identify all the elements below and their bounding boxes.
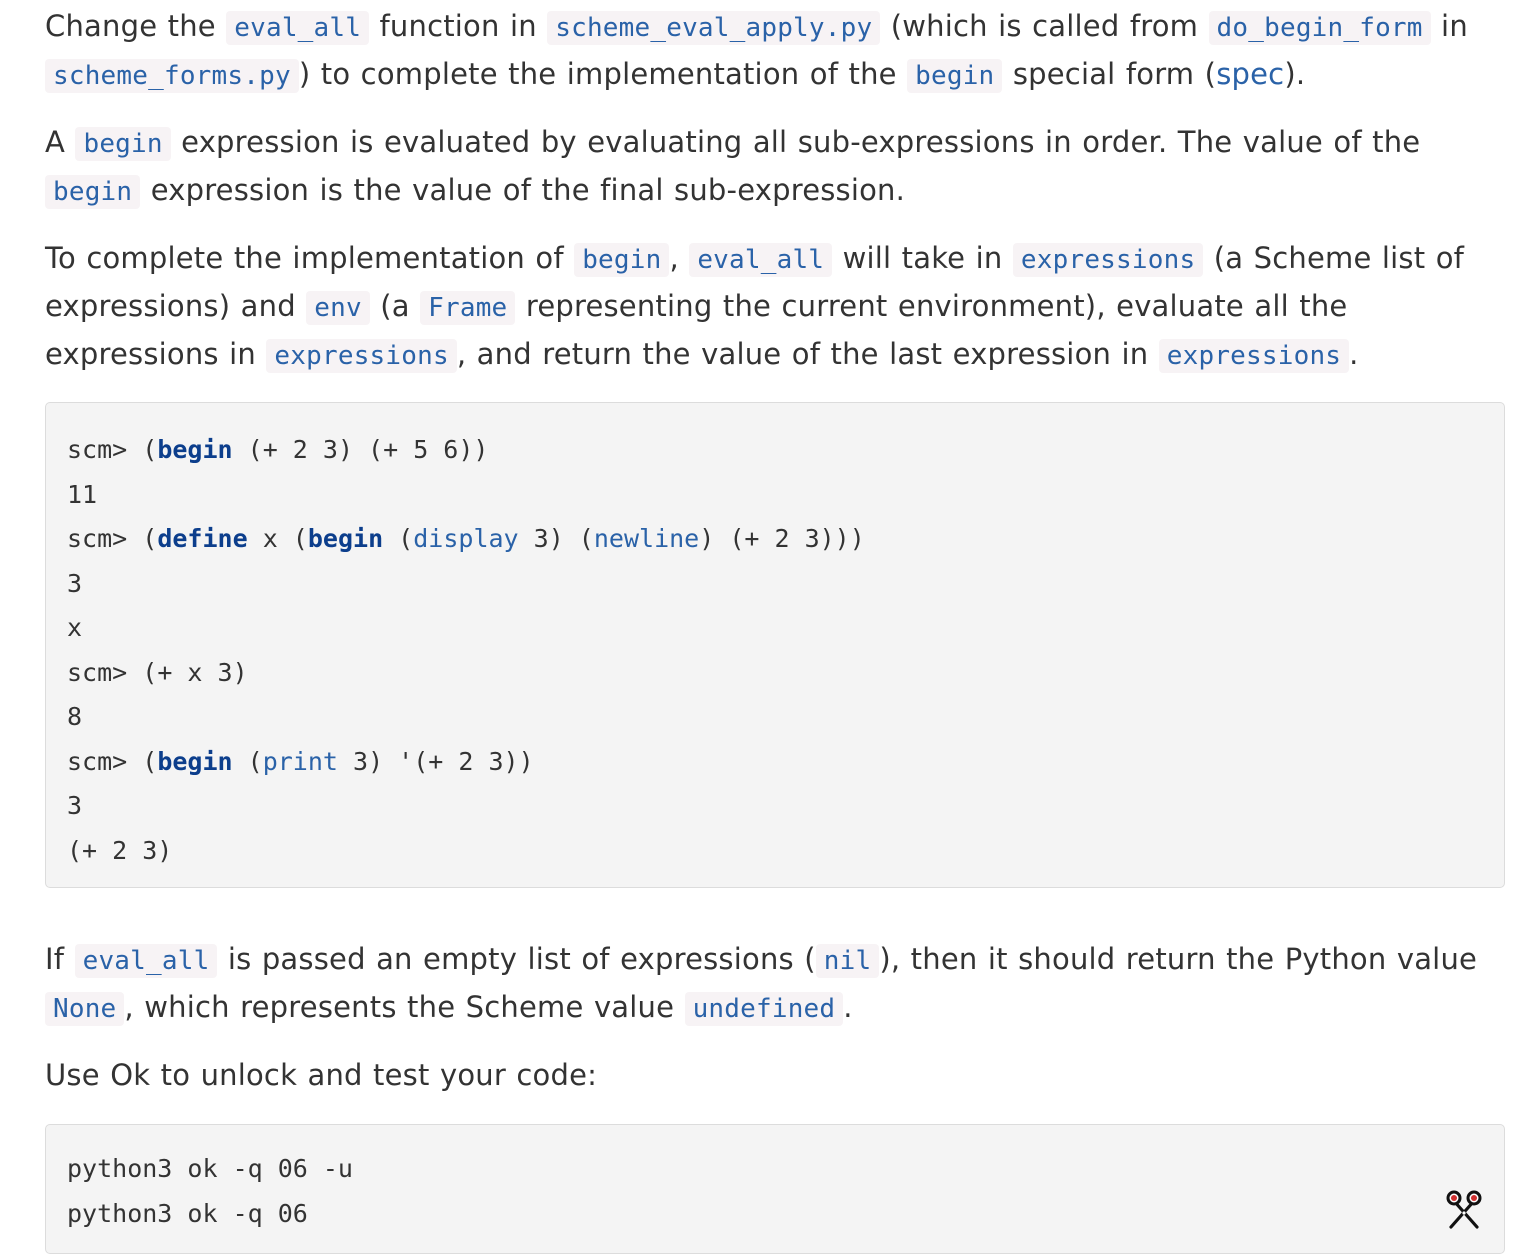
code-text: (+ 2 3) (+ 5 6)) xyxy=(232,435,489,464)
text: . xyxy=(843,990,853,1024)
text: , and return the value of the last expre… xyxy=(456,337,1159,371)
code-output-line: 11 xyxy=(67,479,98,509)
code-output-line: 3 xyxy=(67,568,83,598)
inline-code-eval-apply-file: scheme_eval_apply.py xyxy=(547,11,881,45)
text: To complete the implementation of xyxy=(45,241,575,275)
code-builtin: display xyxy=(413,524,519,553)
text: (which is called from xyxy=(880,9,1209,43)
text: If xyxy=(45,942,75,976)
code-text: ( xyxy=(232,746,263,776)
code-output-line: 3 xyxy=(67,791,83,820)
code-keyword: begin xyxy=(307,524,384,553)
inline-code-expressions: expressions xyxy=(1158,339,1350,373)
code-keyword: begin xyxy=(157,435,233,464)
scheme-example-code-block: scm> (begin (+ 2 3) (+ 5 6)) 11 scm> (defi… xyxy=(45,402,1505,888)
code-line: scm> (begin (print 3) '(+ 2 3)) xyxy=(67,740,1484,785)
text: will take in xyxy=(832,241,1013,275)
paragraph-implementation-details: To complete the implementation of begin,… xyxy=(45,235,1505,379)
code-line: scm> (define x (begin (display 3) (newli… xyxy=(67,517,1484,562)
inline-code-do-begin-form: do_begin_form xyxy=(1208,11,1431,45)
text: (a xyxy=(369,289,421,323)
code-text: ( xyxy=(142,435,158,464)
inline-code-eval-all: eval_all xyxy=(689,243,833,277)
inline-code-begin: begin xyxy=(75,127,171,161)
code-builtin: newline xyxy=(593,524,700,553)
code-prompt: scm> xyxy=(67,435,143,464)
code-text: 3) ( xyxy=(518,524,594,553)
inline-code-frame: Frame xyxy=(420,291,516,325)
spec-link[interactable]: spec xyxy=(1216,57,1284,91)
inline-code-eval-all: eval_all xyxy=(74,944,218,978)
text: , which represents the Scheme value xyxy=(124,990,685,1024)
code-text: 3) '(+ 2 3)) xyxy=(337,746,534,776)
code-line: scm> (+ x 3) xyxy=(67,651,1484,696)
inline-code-expressions: expressions xyxy=(266,339,457,373)
inline-code-begin: begin xyxy=(907,59,1003,93)
text: Change the xyxy=(45,9,227,43)
inline-code-forms-file: scheme_forms.py xyxy=(45,59,299,93)
text: ) to complete the implementation of the xyxy=(298,57,908,91)
text: . xyxy=(1349,337,1359,371)
code-text: (+ x 3) xyxy=(142,657,248,687)
code-keyword: begin xyxy=(157,746,233,776)
code-line: scm> (begin (+ 2 3) (+ 5 6)) xyxy=(67,428,1484,473)
paragraph-empty-list: If eval_all is passed an empty list of e… xyxy=(45,936,1505,1032)
code-text: ( xyxy=(142,746,158,776)
text: expression is evaluated by evaluating al… xyxy=(170,125,1421,159)
code-text: ( xyxy=(142,524,158,553)
code-prompt: scm> xyxy=(67,746,143,776)
code-prompt: scm> xyxy=(67,524,143,553)
text: special form ( xyxy=(1002,57,1217,91)
code-prompt: scm> xyxy=(67,657,143,687)
text: in xyxy=(1430,9,1468,43)
inline-code-begin: begin xyxy=(45,175,141,209)
code-output-line: 8 xyxy=(67,702,83,731)
inline-code-eval-all: eval_all xyxy=(226,11,370,45)
command-line: python3 ok -q 06 -u xyxy=(67,1154,353,1183)
code-text: x ( xyxy=(247,524,308,553)
text: , xyxy=(669,241,690,275)
code-keyword: define xyxy=(157,524,248,553)
inline-code-undefined: undefined xyxy=(684,992,844,1026)
inline-code-expressions: expressions xyxy=(1012,243,1204,277)
text: function in xyxy=(369,9,548,43)
command-line: python3 ok -q 06 xyxy=(67,1199,308,1228)
content: Change the eval_all function in scheme_e… xyxy=(45,0,1505,1254)
ok-command-code-block[interactable]: python3 ok -q 06 -u python3 ok -q 06 xyxy=(45,1124,1505,1254)
code-text: ) (+ 2 3))) xyxy=(699,524,865,553)
text: ), then it should return the Python valu… xyxy=(879,942,1478,976)
paragraph-eval-all-intro: Change the eval_all function in scheme_e… xyxy=(45,0,1505,99)
paragraph-begin-description: A begin expression is evaluated by evalu… xyxy=(45,119,1505,215)
scissors-icon[interactable] xyxy=(1446,1189,1482,1229)
inline-code-none: None xyxy=(45,992,125,1026)
inline-code-nil: nil xyxy=(815,944,880,978)
code-output-line: x xyxy=(67,613,83,642)
code-output-line: (+ 2 3) xyxy=(67,835,173,865)
text: expression is the value of the final sub… xyxy=(140,173,906,207)
paragraph-use-ok: Use Ok to unlock and test your code: xyxy=(45,1058,598,1092)
inline-code-env: env xyxy=(306,291,370,325)
text: is passed an empty list of expressions ( xyxy=(217,942,816,976)
text: ). xyxy=(1284,57,1306,91)
inline-code-begin: begin xyxy=(574,243,670,277)
code-builtin: print xyxy=(262,746,338,776)
text: A xyxy=(45,125,76,159)
code-text: ( xyxy=(383,524,414,553)
